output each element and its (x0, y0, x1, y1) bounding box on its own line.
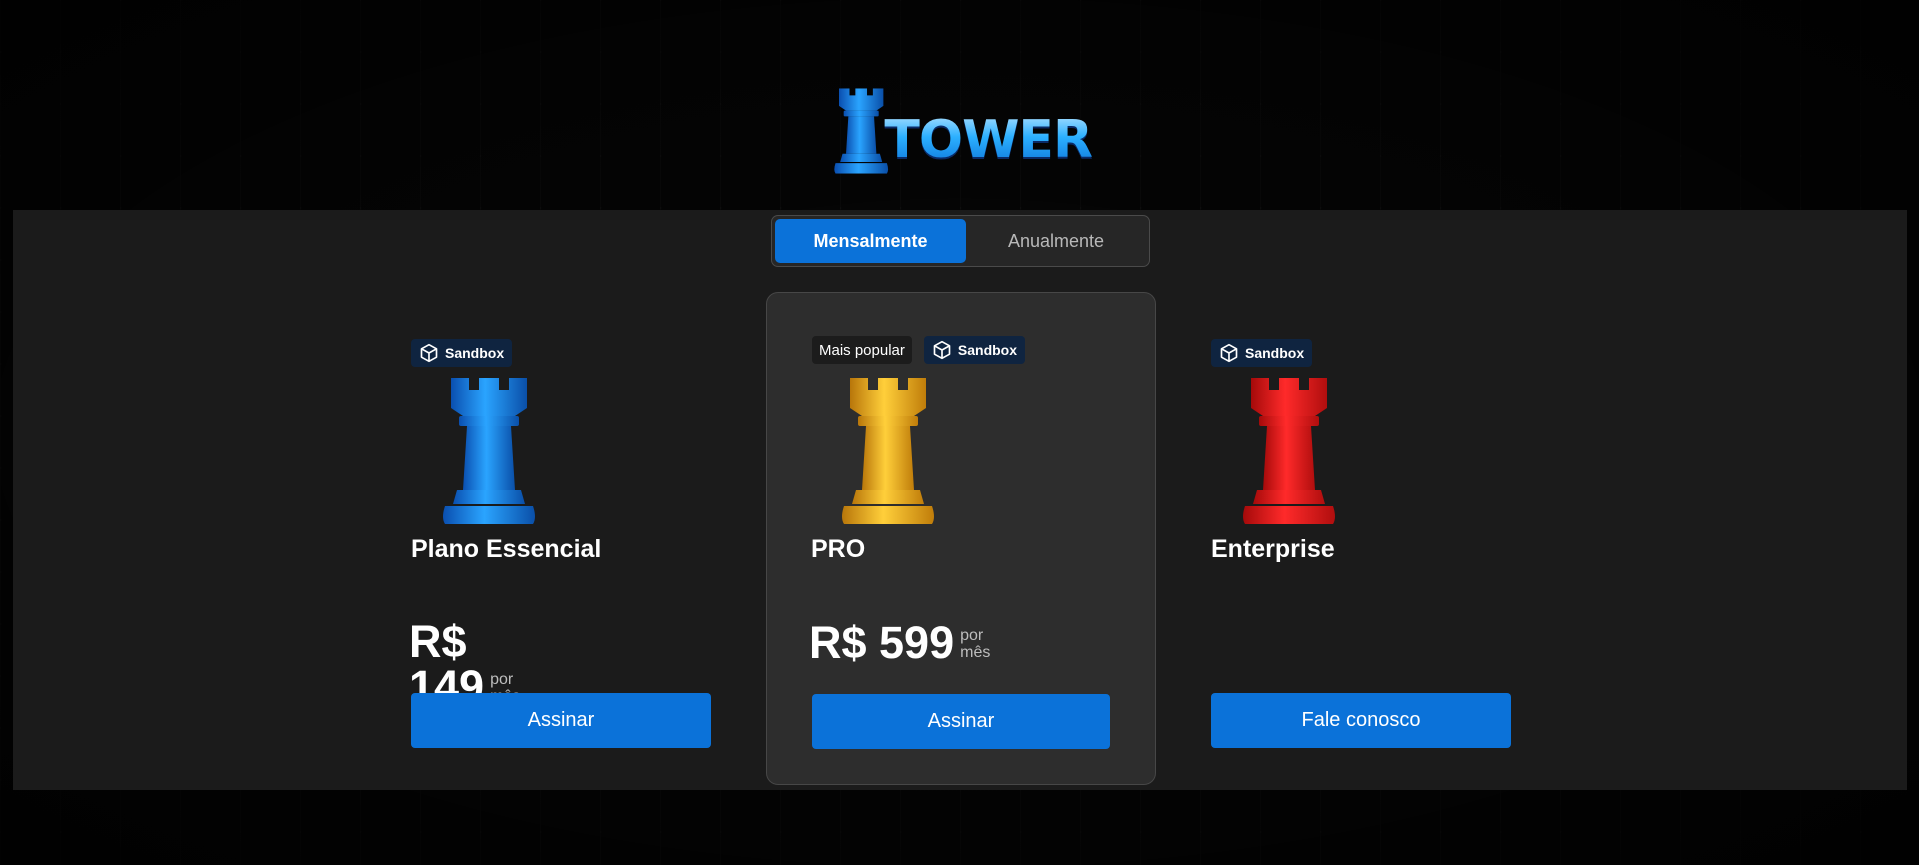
badge-row: Mais popular Sandbox (812, 336, 1026, 364)
cube-icon (932, 340, 952, 360)
billing-toggle[interactable]: Mensalmente Anualmente (771, 215, 1150, 267)
rook-logo-icon (832, 80, 890, 182)
toggle-monthly[interactable]: Mensalmente (775, 219, 966, 263)
toggle-yearly[interactable]: Anualmente (966, 219, 1146, 263)
sandbox-badge: Sandbox (923, 336, 1026, 364)
cube-icon (419, 343, 439, 363)
plan-name: PRO (811, 535, 866, 563)
rook-piece-icon (838, 378, 938, 524)
rook-piece-icon (1239, 378, 1339, 524)
price-period-line-2: mês (960, 644, 991, 661)
sandbox-badge-label: Sandbox (1245, 345, 1305, 361)
sandbox-badge-label: Sandbox (957, 342, 1018, 358)
price-period: por mês (960, 627, 990, 661)
plan-price: R$ 599 por mês (809, 620, 990, 665)
subscribe-button[interactable]: Assinar (812, 694, 1110, 749)
sandbox-badge: Sandbox (1211, 339, 1313, 367)
subscribe-button[interactable]: Assinar (411, 693, 711, 748)
badge-row: Sandbox (411, 339, 513, 367)
brand-logo[interactable]: TOWER (832, 80, 1093, 182)
price-period-line-1: por (490, 671, 514, 688)
page: TOWER Mensalmente Anualmente Sandbox Pla… (0, 0, 1919, 865)
logo-text: TOWER (884, 110, 1093, 170)
plan-name: Plano Essencial (411, 535, 602, 563)
sandbox-badge-label: Sandbox (445, 345, 505, 361)
badge-row: Sandbox (1211, 339, 1313, 367)
sandbox-badge: Sandbox (411, 339, 513, 367)
rook-piece-icon (439, 378, 539, 524)
contact-us-button[interactable]: Fale conosco (1211, 693, 1511, 748)
most-popular-badge: Mais popular (812, 336, 912, 364)
price-period-line-1: por (960, 627, 984, 644)
plan-name: Enterprise (1211, 535, 1335, 563)
cube-icon (1219, 343, 1239, 363)
price-amount: R$ 599 (809, 617, 955, 668)
